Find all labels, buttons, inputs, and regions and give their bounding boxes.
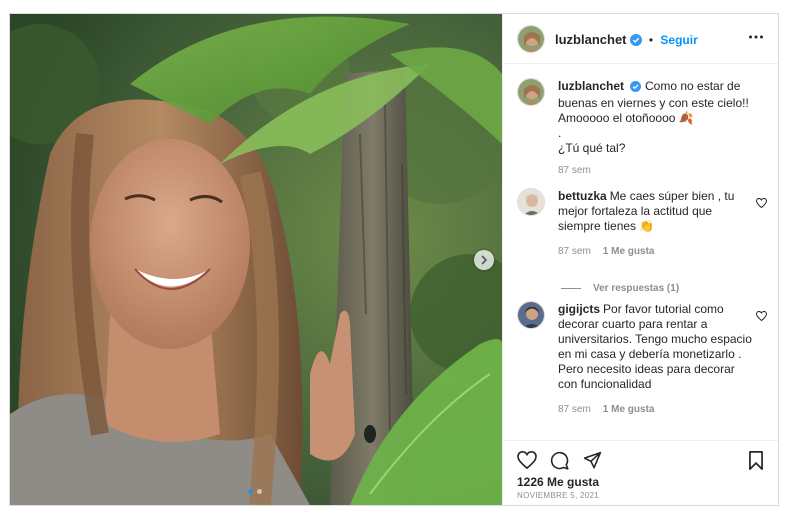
carousel-dot-active [248, 489, 253, 494]
caption-dot: . [558, 126, 562, 140]
view-replies-button[interactable]: Ver respuestas (1) [561, 283, 679, 294]
verified-badge-icon [629, 34, 642, 49]
replies-divider [561, 288, 581, 289]
comment-text-block: gigijcts Por favor tutorial como decorar … [558, 302, 754, 417]
instagram-post: luzblanchet • Seguir luzblanchet Como no… [9, 13, 779, 506]
post-side-panel: luzblanchet • Seguir luzblanchet Como no… [502, 14, 778, 505]
header-username[interactable]: luzblanchet [555, 32, 627, 47]
avatar-image [518, 79, 544, 105]
header-user-row: luzblanchet • Seguir [555, 32, 698, 49]
comment-meta: 87 sem 1 Me gusta [558, 244, 754, 259]
carousel-dot [257, 489, 262, 494]
comment-likes[interactable]: 1 Me gusta [603, 404, 655, 415]
save-bookmark-icon[interactable] [748, 451, 764, 475]
chevron-right-icon [481, 255, 488, 265]
caption-time: 87 sem [558, 165, 591, 176]
comment-likes[interactable]: 1 Me gusta [603, 246, 655, 257]
avatar[interactable] [517, 78, 545, 106]
comment-time: 87 sem [558, 404, 591, 415]
comment-username[interactable]: gigijcts [558, 302, 600, 316]
likes-count[interactable]: 1226 Me gusta [517, 475, 599, 489]
next-image-button[interactable] [474, 250, 494, 270]
comment-like-heart-icon[interactable] [755, 308, 768, 326]
avatar-image [518, 26, 544, 52]
header-separator: • [648, 33, 654, 47]
more-options-icon[interactable] [748, 29, 764, 50]
post-actions: 1226 Me gusta NOVIEMBRE 5, 2021 [503, 440, 778, 505]
comment-username[interactable]: bettuzka [558, 189, 607, 203]
verified-badge-icon [630, 81, 642, 96]
avatar-image [518, 302, 544, 328]
comment-meta: 87 sem 1 Me gusta [558, 402, 754, 417]
comments-section: luzblanchet Como no estar de buenas en vi… [503, 64, 778, 440]
carousel-indicator [248, 489, 262, 494]
avatar[interactable] [517, 301, 545, 329]
follow-button[interactable]: Seguir [660, 33, 697, 47]
caption-username[interactable]: luzblanchet [558, 79, 624, 93]
comment-like-heart-icon[interactable] [755, 195, 768, 213]
like-heart-icon[interactable] [517, 450, 537, 474]
post-image [10, 14, 502, 505]
share-paper-plane-icon[interactable] [583, 451, 602, 475]
comment-time: 87 sem [558, 246, 591, 257]
comment-bubble-icon[interactable] [550, 451, 569, 475]
post-photo[interactable] [10, 14, 502, 505]
avatar-image [518, 189, 544, 215]
post-date: NOVIEMBRE 5, 2021 [517, 491, 600, 500]
post-header: luzblanchet • Seguir [503, 14, 778, 64]
avatar[interactable] [517, 188, 545, 216]
caption-text-block: luzblanchet Como no estar de buenas en vi… [558, 79, 754, 178]
avatar[interactable] [517, 25, 545, 53]
caption-question: ¿Tú qué tal? [558, 141, 626, 155]
view-replies-label: Ver respuestas (1) [593, 283, 680, 294]
comment-text-block: bettuzka Me caes súper bien , tu mejor fo… [558, 189, 754, 259]
